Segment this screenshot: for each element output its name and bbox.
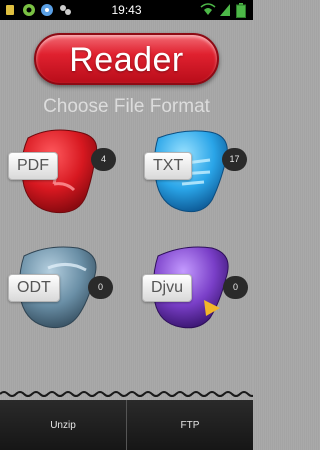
file-count-badge: 17 [222, 148, 247, 171]
format-djvu-button[interactable]: Djvu 0 [140, 238, 250, 348]
app-title-banner: Reader [34, 33, 219, 85]
bottom-toolbar: Unzip FTP [0, 400, 253, 450]
file-count-badge: 4 [91, 148, 116, 171]
status-bar: 19:43 [0, 0, 253, 20]
app-title: Reader [69, 41, 184, 79]
page-subtitle: Choose File Format [43, 96, 210, 117]
format-odt-button[interactable]: ODT 0 [8, 238, 118, 348]
format-label: PDF [8, 152, 58, 180]
file-count-badge: 0 [223, 276, 248, 299]
battery-icon [236, 3, 246, 18]
wifi-icon [200, 3, 216, 15]
format-txt-button[interactable]: TXT 17 [140, 124, 250, 234]
ftp-button[interactable]: FTP [127, 400, 253, 450]
format-pdf-button[interactable]: PDF 4 [8, 124, 118, 234]
file-count-badge: 0 [88, 276, 113, 299]
format-label: Djvu [142, 274, 193, 302]
unzip-button[interactable]: Unzip [0, 400, 126, 450]
format-label: ODT [8, 274, 60, 302]
format-label: TXT [144, 152, 193, 180]
divider [0, 391, 253, 397]
signal-icon [220, 4, 230, 16]
